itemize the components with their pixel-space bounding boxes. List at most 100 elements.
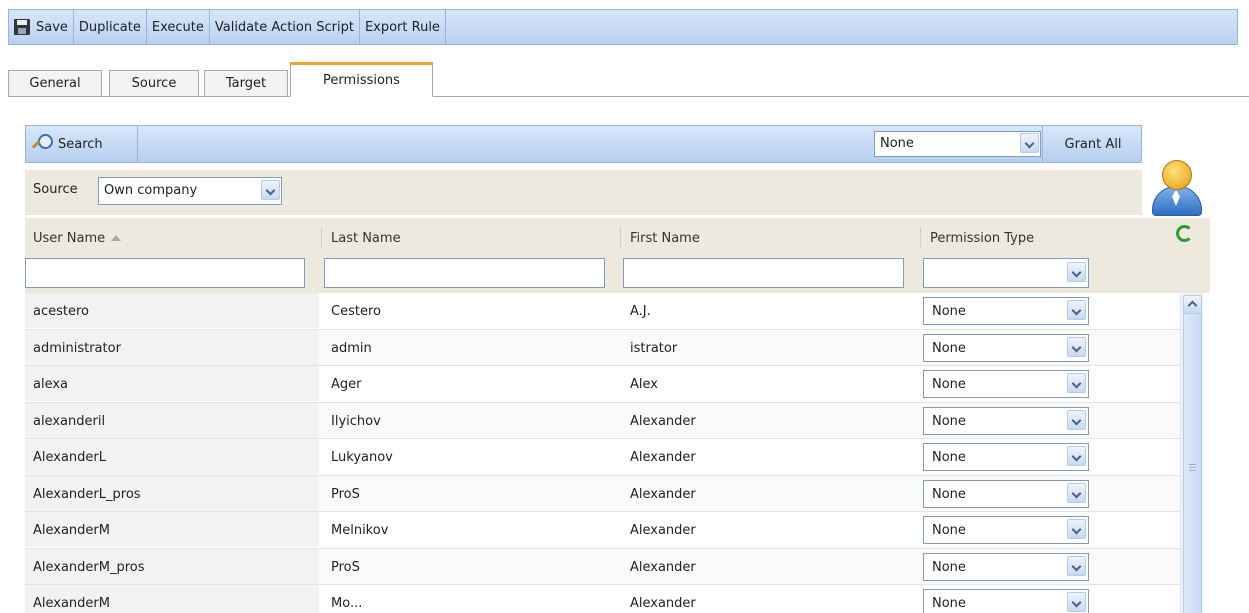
execute-button[interactable]: Execute bbox=[147, 10, 210, 44]
user-name-cell: AlexanderM_pros bbox=[25, 548, 319, 584]
table-row[interactable]: AlexanderM_pros ProS Alexander None bbox=[25, 548, 1180, 585]
duplicate-button[interactable]: Duplicate bbox=[74, 10, 147, 44]
user-name-cell: acestero bbox=[25, 293, 319, 328]
save-label: Save bbox=[36, 19, 68, 35]
first-name-cell: Alexander bbox=[630, 596, 696, 611]
grid-filter-row bbox=[25, 255, 1210, 293]
validate-action-script-button[interactable]: Validate Action Script bbox=[210, 10, 360, 44]
permission-type-select[interactable]: None bbox=[923, 333, 1089, 362]
last-name-cell: Melnikov bbox=[331, 523, 389, 538]
sort-ascending-icon bbox=[111, 235, 122, 241]
last-name-cell: Ilyichov bbox=[331, 413, 381, 429]
scroll-up-button[interactable] bbox=[1183, 295, 1202, 314]
user-name-cell: alexanderil bbox=[25, 402, 319, 438]
chevron-down-icon bbox=[1067, 336, 1086, 357]
chevron-down-icon bbox=[1067, 409, 1086, 430]
user-name-cell: AlexanderL_pros bbox=[25, 475, 319, 511]
user-name-cell: AlexanderL bbox=[25, 439, 319, 474]
chevron-down-icon bbox=[1067, 592, 1086, 612]
vertical-scrollbar[interactable] bbox=[1180, 293, 1203, 613]
source-select[interactable]: Own company bbox=[98, 177, 282, 205]
grant-all-button[interactable]: Grant All bbox=[1042, 126, 1143, 162]
source-filter-bar: Source Own company bbox=[25, 170, 1142, 215]
table-row[interactable]: AlexanderL_pros ProS Alexander None bbox=[25, 475, 1180, 512]
first-name-cell: Alexander bbox=[630, 450, 696, 465]
table-row[interactable]: AlexanderM Mo... Alexander None bbox=[25, 585, 1180, 613]
tab-general[interactable]: General bbox=[8, 70, 102, 97]
floppy-disk-icon bbox=[14, 19, 30, 35]
permission-type-value: None bbox=[932, 377, 966, 392]
tab-target[interactable]: Target bbox=[204, 70, 288, 97]
export-rule-button[interactable]: Export Rule bbox=[360, 10, 446, 44]
chevron-down-icon bbox=[1067, 446, 1086, 466]
grid-rows: acestero Cestero A.J. None administrator admi… bbox=[25, 293, 1180, 613]
permission-type-value: None bbox=[932, 523, 966, 538]
grid-header: User Name Last Name First Name Permissio… bbox=[25, 218, 1210, 256]
search-toolbar: Search None Grant All bbox=[25, 125, 1142, 163]
tab-strip: General Source Target Permissions bbox=[8, 60, 1249, 97]
first-name-cell: Alexander bbox=[630, 486, 696, 502]
table-row[interactable]: AlexanderL Lukyanov Alexander None bbox=[25, 439, 1180, 476]
chevron-down-icon bbox=[1067, 373, 1086, 393]
table-row[interactable]: acestero Cestero A.J. None bbox=[25, 293, 1180, 330]
permission-type-value: None bbox=[932, 413, 966, 429]
scroll-thumb[interactable] bbox=[1183, 313, 1202, 613]
first-name-filter-input[interactable] bbox=[623, 258, 904, 288]
chevron-down-icon bbox=[261, 180, 280, 200]
last-name-cell: Ager bbox=[331, 377, 362, 392]
table-row[interactable]: administrator admin istrator None bbox=[25, 329, 1180, 366]
save-button[interactable]: Save bbox=[9, 10, 74, 44]
user-name-cell: AlexanderM bbox=[25, 585, 319, 613]
permission-type-select[interactable]: None bbox=[923, 552, 1089, 581]
permission-type-select[interactable]: None bbox=[923, 443, 1089, 471]
chevron-down-icon bbox=[1067, 262, 1086, 282]
permission-type-select[interactable]: None bbox=[923, 516, 1089, 544]
first-name-cell: A.J. bbox=[630, 304, 651, 319]
first-name-cell: Alexander bbox=[630, 413, 696, 429]
permission-type-select[interactable]: None bbox=[923, 406, 1089, 435]
search-label: Search bbox=[58, 136, 103, 152]
table-row[interactable]: alexanderil Ilyichov Alexander None bbox=[25, 402, 1180, 439]
first-name-cell: Alex bbox=[630, 377, 658, 392]
grant-permission-value: None bbox=[880, 136, 914, 151]
permission-type-select[interactable]: None bbox=[923, 297, 1089, 325]
table-row[interactable]: alexa Ager Alex None bbox=[25, 366, 1180, 403]
search-icon bbox=[31, 133, 53, 155]
permission-type-value: None bbox=[932, 559, 966, 575]
search-button[interactable]: Search bbox=[26, 126, 138, 162]
table-row[interactable]: AlexanderM Melnikov Alexander None bbox=[25, 512, 1180, 549]
toolbar: Save Duplicate Execute Validate Action S… bbox=[8, 9, 1238, 45]
source-label: Source bbox=[33, 182, 78, 197]
user-name-cell: alexa bbox=[25, 366, 319, 401]
permission-type-select[interactable]: None bbox=[923, 479, 1089, 508]
permission-type-select[interactable]: None bbox=[923, 370, 1089, 398]
permission-type-value: None bbox=[932, 596, 966, 611]
column-header-last-name[interactable]: Last Name bbox=[331, 231, 401, 246]
last-name-cell: Mo... bbox=[331, 596, 363, 611]
last-name-cell: Cestero bbox=[331, 304, 381, 319]
user-name-filter-input[interactable] bbox=[25, 258, 305, 288]
permission-type-select[interactable]: None bbox=[923, 589, 1089, 613]
chevron-down-icon bbox=[1067, 519, 1086, 539]
chevron-down-icon bbox=[1020, 133, 1039, 153]
user-avatar-icon bbox=[1150, 160, 1202, 216]
first-name-cell: istrator bbox=[630, 340, 678, 356]
permission-type-value: None bbox=[932, 450, 966, 465]
last-name-cell: ProS bbox=[331, 486, 360, 502]
grant-permission-select[interactable]: None bbox=[874, 131, 1041, 157]
refresh-icon[interactable] bbox=[1175, 224, 1193, 242]
last-name-filter-input[interactable] bbox=[324, 258, 605, 288]
first-name-cell: Alexander bbox=[630, 559, 696, 575]
first-name-cell: Alexander bbox=[630, 523, 696, 538]
tab-source[interactable]: Source bbox=[109, 70, 199, 97]
column-header-permission-type[interactable]: Permission Type bbox=[930, 231, 1034, 246]
permission-type-value: None bbox=[932, 304, 966, 319]
permission-type-filter-select[interactable] bbox=[923, 258, 1089, 288]
last-name-cell: admin bbox=[331, 340, 372, 356]
column-header-first-name[interactable]: First Name bbox=[630, 231, 700, 246]
tab-permissions[interactable]: Permissions bbox=[290, 62, 433, 97]
user-name-cell: administrator bbox=[25, 329, 319, 365]
user-name-cell: AlexanderM bbox=[25, 512, 319, 547]
users-grid: User Name Last Name First Name Permissio… bbox=[25, 218, 1210, 613]
column-header-user-name[interactable]: User Name bbox=[33, 231, 122, 246]
